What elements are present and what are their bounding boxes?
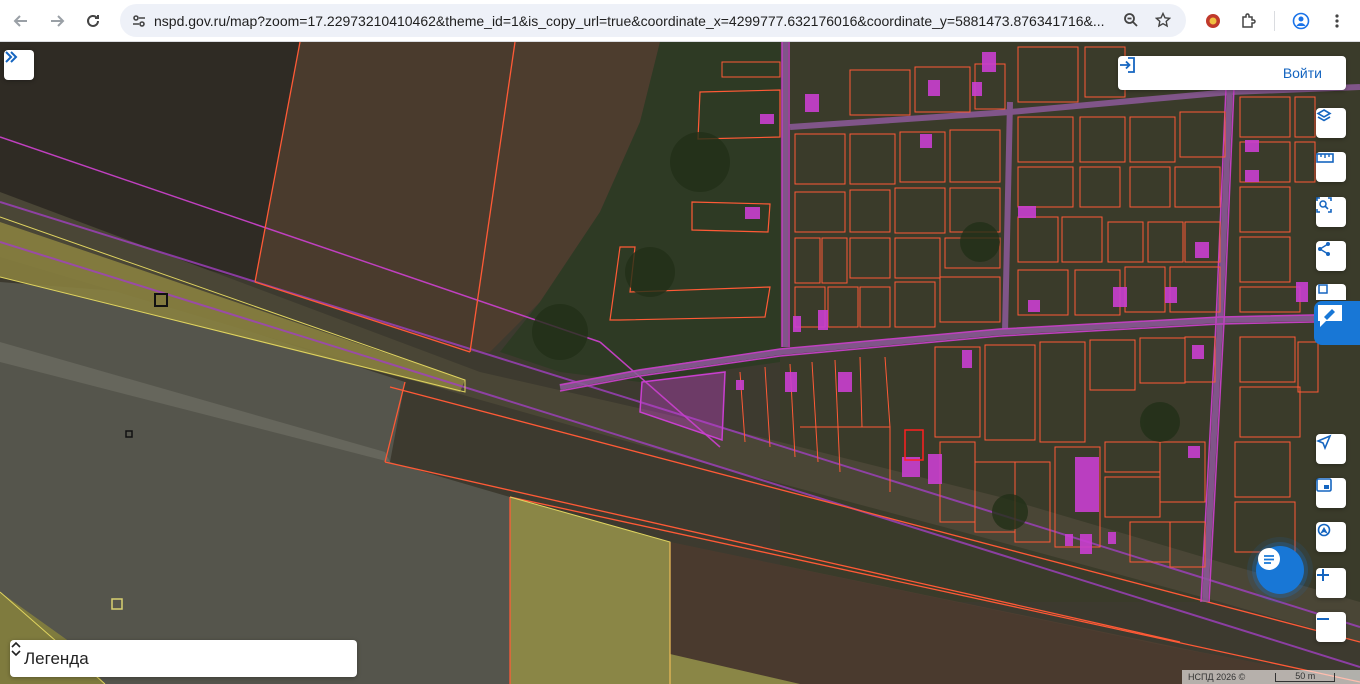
geolocation-button[interactable] <box>1316 522 1346 552</box>
print-button[interactable] <box>1316 284 1346 300</box>
chat-icon <box>1258 548 1280 570</box>
reload-icon <box>87 14 99 27</box>
picture-in-picture-icon <box>1316 478 1332 492</box>
ruler-icon <box>1316 153 1334 163</box>
extensions-puzzle-icon[interactable] <box>1233 6 1263 36</box>
measure-button[interactable] <box>1316 152 1346 182</box>
zoom-out-icon <box>1317 618 1329 620</box>
share-icon <box>1318 242 1330 256</box>
feedback-icon <box>1318 305 1342 327</box>
extension-avatar-icon[interactable] <box>1198 6 1228 36</box>
login-button[interactable]: Войти <box>1118 56 1346 90</box>
expand-panel-button[interactable] <box>4 50 34 80</box>
reload-button[interactable] <box>78 6 108 36</box>
browser-toolbar: nspd.gov.ru/map?zoom=17.22973210410462&t… <box>0 0 1360 42</box>
layers-icon <box>1316 109 1332 122</box>
site-info-icon[interactable] <box>124 6 154 36</box>
select-area-button[interactable] <box>1316 197 1346 227</box>
arrow-right-icon <box>51 15 65 27</box>
zoom-in-icon <box>1317 569 1329 581</box>
double-chevron-right-icon <box>5 51 18 63</box>
url-text: nspd.gov.ru/map?zoom=17.22973210410462&t… <box>154 12 1104 29</box>
zoom-in-button[interactable] <box>1316 568 1346 598</box>
forward-button[interactable] <box>42 6 72 36</box>
arrow-left-icon <box>13 15 27 27</box>
navigate-button[interactable] <box>1316 434 1346 464</box>
feedback-tab[interactable] <box>1314 301 1360 345</box>
print-icon <box>1318 284 1328 294</box>
login-icon <box>1120 57 1135 73</box>
attribution-bar: НСПД 2026 © 50 m <box>1182 670 1360 684</box>
browser-menu-icon[interactable] <box>1322 6 1352 36</box>
expand-collapse-icon <box>11 641 21 657</box>
zoom-out-button[interactable] <box>1316 612 1346 642</box>
zoom-indicator-icon[interactable] <box>1116 5 1146 35</box>
legend-panel[interactable]: Легенда <box>10 640 357 677</box>
scale-bar: 50 m <box>1275 671 1336 682</box>
map-canvas[interactable] <box>0 42 1360 684</box>
bookmark-star-icon[interactable] <box>1148 5 1178 35</box>
layers-button[interactable] <box>1316 108 1346 138</box>
chat-button[interactable] <box>1256 546 1304 594</box>
minimap-button[interactable] <box>1316 478 1346 508</box>
attribution-text: НСПД 2026 © <box>1188 672 1246 682</box>
cadastral-map[interactable]: Войти Легенда НСПД 2026 © 50 m <box>0 42 1360 684</box>
locate-icon <box>1316 434 1332 450</box>
login-label: Войти <box>1282 65 1322 81</box>
profile-icon[interactable] <box>1286 6 1316 36</box>
share-button[interactable] <box>1316 241 1346 271</box>
legend-label: Легенда <box>24 648 89 668</box>
select-area-icon <box>1316 197 1332 213</box>
address-bar[interactable]: nspd.gov.ru/map?zoom=17.22973210410462&t… <box>120 4 1186 37</box>
toolbar-divider <box>1274 11 1275 31</box>
geolocation-icon <box>1317 523 1331 537</box>
back-button[interactable] <box>6 6 36 36</box>
